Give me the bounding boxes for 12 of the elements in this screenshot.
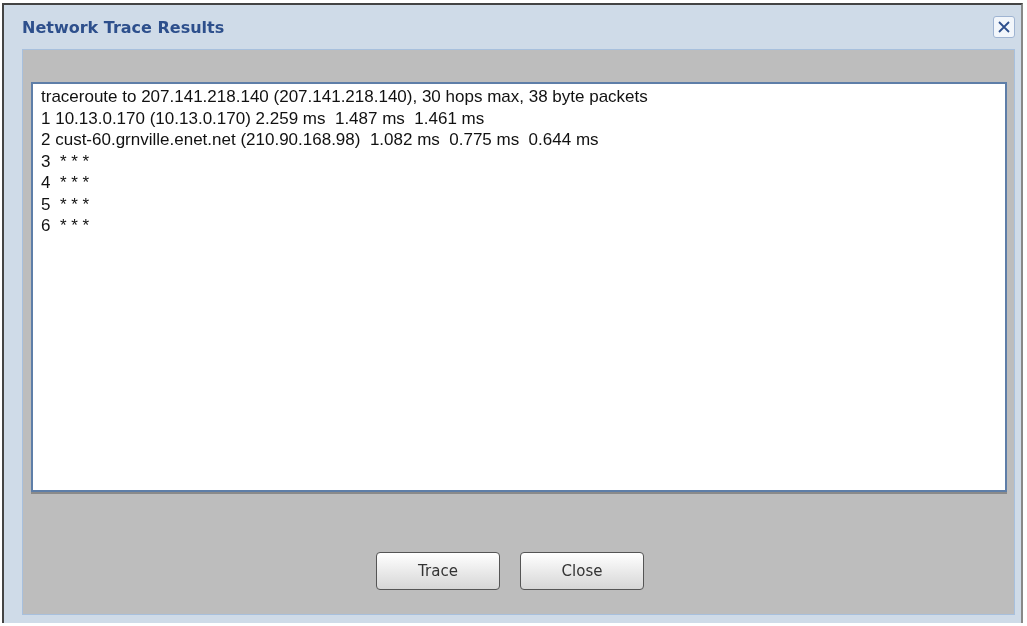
output-line: 1 10.13.0.170 (10.13.0.170) 2.259 ms 1.487 ms 1.461 ms [41, 107, 486, 129]
output-line: 2 cust-60.grnville.enet.net (210.90.168.98) 1.082 ms 0.775 ms 0.644 ms [41, 129, 600, 151]
output-line: 5 * * * [41, 193, 91, 215]
close-icon [998, 21, 1010, 33]
output-line: traceroute to 207.141.218.140 (207.141.218.140), 30 hops max, 38 byte packets [41, 86, 649, 108]
output-line: 6 * * * [41, 215, 91, 237]
output-line: 3 * * * [41, 150, 91, 172]
trace-button[interactable]: Trace [376, 552, 500, 590]
window-title: Network Trace Results [22, 17, 225, 37]
close-button[interactable] [993, 16, 1015, 38]
output-line: 4 * * * [41, 172, 91, 194]
close-button[interactable]: Close [520, 552, 644, 590]
